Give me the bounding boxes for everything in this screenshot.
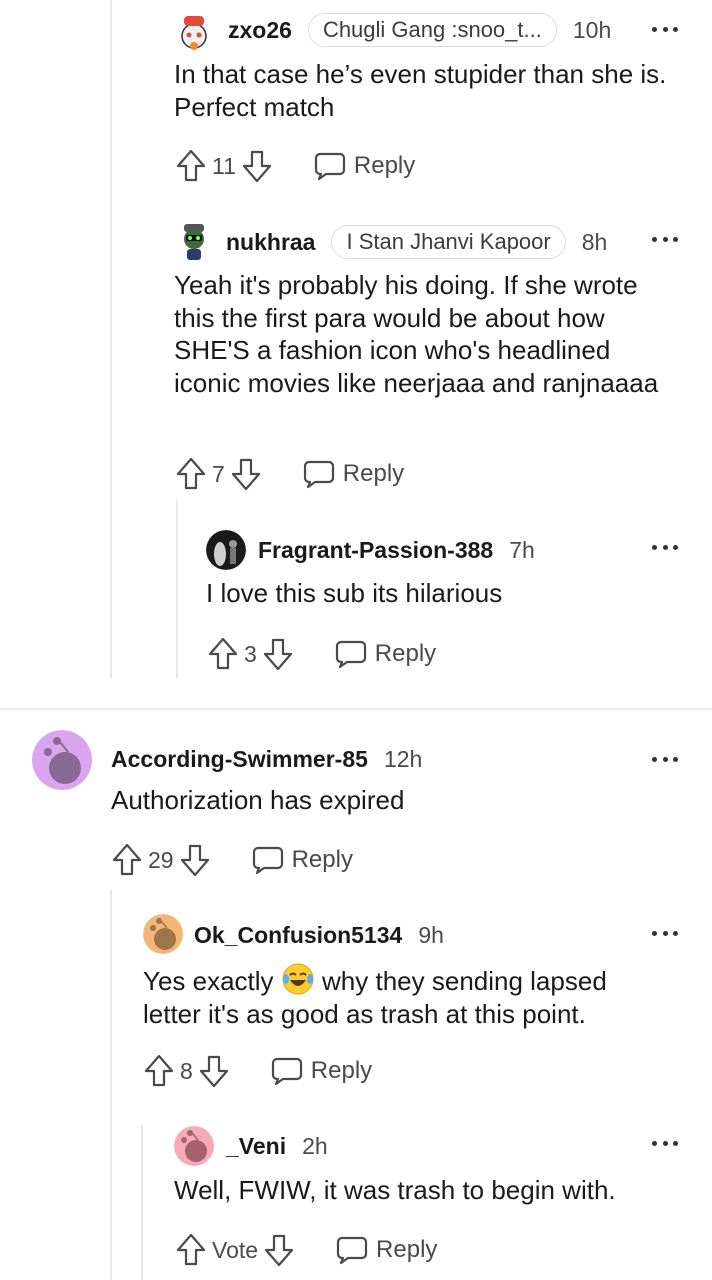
downvote-icon[interactable]	[262, 1232, 296, 1268]
more-options-icon[interactable]	[650, 540, 680, 554]
thread-line	[110, 0, 112, 678]
username[interactable]: Ok_Confusion5134	[194, 922, 402, 949]
reply-label: Reply	[291, 846, 353, 873]
thread-line	[110, 890, 112, 1280]
more-options-icon[interactable]	[650, 926, 680, 940]
thread-line	[176, 500, 178, 678]
more-options-icon[interactable]	[650, 232, 680, 246]
comment-header: nukhraa I Stan Jhanvi Kapoor 8h	[226, 224, 607, 260]
vote-count: 29	[148, 846, 174, 873]
reply-icon	[335, 639, 367, 669]
vote-count: 8	[180, 1057, 193, 1084]
thread-line	[141, 1125, 143, 1280]
timestamp: 9h	[418, 921, 444, 948]
downvote-icon[interactable]	[178, 842, 212, 878]
username[interactable]: Fragrant-Passion-388	[258, 537, 493, 564]
username[interactable]: According-Swimmer-85	[111, 746, 368, 773]
comment-body: Well, FWIW, it was trash to begin with.	[174, 1175, 616, 1205]
reply-label: Reply	[376, 1236, 438, 1263]
vote-count: 11	[212, 152, 236, 179]
downvote-icon[interactable]	[197, 1053, 231, 1089]
comment-body: Yeah it's probably his doing. If she wro…	[174, 270, 659, 398]
more-options-icon[interactable]	[650, 22, 680, 36]
comment-text: Yes exactly	[143, 966, 274, 996]
comment-header: Ok_Confusion5134 9h	[194, 917, 444, 953]
upvote-icon[interactable]	[206, 636, 240, 672]
reply-icon	[271, 1056, 303, 1086]
avatar[interactable]	[176, 12, 212, 50]
comment-body: In that case he’s even stupider than she…	[174, 59, 667, 122]
comment-actions: 8 Reply	[142, 1051, 372, 1091]
upvote-icon[interactable]	[174, 456, 208, 492]
avatar[interactable]	[176, 222, 212, 262]
comment-actions: 3 Reply	[206, 634, 436, 674]
laughing-crying-emoji-icon	[281, 962, 315, 996]
reply-button[interactable]: Reply	[303, 459, 404, 489]
vote-count: 7	[212, 460, 225, 487]
username[interactable]: zxo26	[228, 17, 292, 44]
vote-count: 3	[244, 640, 257, 667]
timestamp: 12h	[383, 745, 423, 772]
timestamp: 7h	[509, 536, 535, 563]
timestamp: 8h	[581, 228, 608, 255]
user-flair: I Stan Jhanvi Kapoor	[331, 225, 566, 259]
more-options-icon[interactable]	[650, 752, 680, 766]
comment-divider	[0, 708, 712, 710]
reply-label: Reply	[374, 640, 437, 667]
upvote-icon[interactable]	[174, 148, 208, 184]
comment-body: Authorization has expired	[111, 785, 405, 815]
reply-label: Reply	[310, 1057, 373, 1084]
reply-icon	[314, 151, 346, 181]
comment-header: According-Swimmer-85 12h	[111, 741, 422, 777]
upvote-icon[interactable]	[110, 842, 144, 878]
reply-icon	[252, 845, 284, 875]
downvote-icon[interactable]	[240, 148, 274, 184]
timestamp: 2h	[302, 1132, 328, 1159]
avatar[interactable]	[174, 1126, 214, 1166]
username[interactable]: nukhraa	[226, 229, 315, 256]
username[interactable]: _Veni	[226, 1133, 286, 1160]
reply-label: Reply	[353, 152, 416, 179]
reply-button[interactable]: Reply	[336, 1235, 437, 1265]
comment-actions: Vote Reply	[174, 1230, 437, 1270]
comment-body: I love this sub its hilarious	[206, 578, 503, 608]
reply-icon	[336, 1235, 368, 1265]
reply-icon	[303, 459, 335, 489]
timestamp: 10h	[572, 16, 612, 43]
comment-body: Yes exactly why they sending lapsed lett…	[143, 962, 663, 1030]
reply-button[interactable]: Reply	[252, 845, 353, 875]
comment-header: zxo26 Chugli Gang :snoo_t... 10h	[228, 12, 611, 48]
downvote-icon[interactable]	[229, 456, 263, 492]
reply-label: Reply	[342, 460, 405, 487]
comment-actions: 29 Reply	[110, 840, 353, 880]
comment-actions: 11 Reply	[174, 146, 415, 186]
downvote-icon[interactable]	[261, 636, 295, 672]
vote-count: Vote	[212, 1236, 259, 1263]
user-flair: Chugli Gang :snoo_t...	[307, 13, 557, 47]
reply-button[interactable]: Reply	[271, 1056, 372, 1086]
reply-button[interactable]: Reply	[314, 151, 415, 181]
more-options-icon[interactable]	[650, 1136, 680, 1150]
reply-button[interactable]: Reply	[335, 639, 436, 669]
comment-actions: 7 Reply	[174, 454, 404, 494]
avatar[interactable]	[143, 914, 183, 954]
comment-header: _Veni 2h	[226, 1128, 328, 1164]
avatar[interactable]	[206, 530, 246, 570]
upvote-icon[interactable]	[174, 1232, 208, 1268]
comment-header: Fragrant-Passion-388 7h	[258, 532, 535, 568]
avatar[interactable]	[32, 730, 92, 790]
upvote-icon[interactable]	[142, 1053, 176, 1089]
